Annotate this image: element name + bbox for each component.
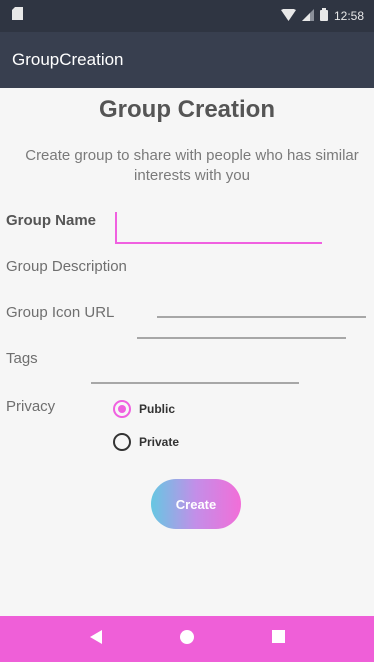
page-title: Group Creation [98,96,275,123]
group-description-label: Group Description [6,258,127,275]
signal-icon [301,8,314,24]
group-name-input[interactable] [115,212,322,244]
privacy-option-private[interactable]: Private [113,433,179,451]
status-bar: 12:58 [0,0,374,32]
recents-button[interactable] [258,619,298,659]
wifi-icon [280,7,296,24]
tags-input[interactable] [91,353,299,384]
app-bar: GroupCreation [0,32,374,88]
create-button[interactable]: Create [151,479,241,529]
page-subtitle: Create group to share with people who ha… [25,147,359,184]
home-button[interactable] [167,619,207,659]
radio-unchecked-icon[interactable] [113,433,131,451]
navigation-bar [0,616,374,662]
privacy-option-public-label: Public [139,402,176,416]
privacy-label: Privacy [6,398,56,415]
group-icon-url-input[interactable] [137,308,346,339]
sim-card-icon [12,7,23,25]
privacy-option-public[interactable]: Public [113,400,175,418]
group-creation-form: Group Creation Create group to share wit… [0,88,374,616]
group-icon-url-label: Group Icon URL [6,304,115,321]
tags-label: Tags [6,350,38,367]
battery-icon [319,8,328,24]
group-name-label: Group Name [6,212,97,229]
status-time: 12:58 [333,9,364,23]
privacy-option-private-label: Private [139,435,180,449]
home-icon [179,629,194,649]
radio-checked-icon[interactable] [113,400,131,418]
back-icon [89,629,102,649]
back-button[interactable] [76,619,116,659]
recents-icon [271,630,285,648]
app-title: GroupCreation [12,50,124,69]
